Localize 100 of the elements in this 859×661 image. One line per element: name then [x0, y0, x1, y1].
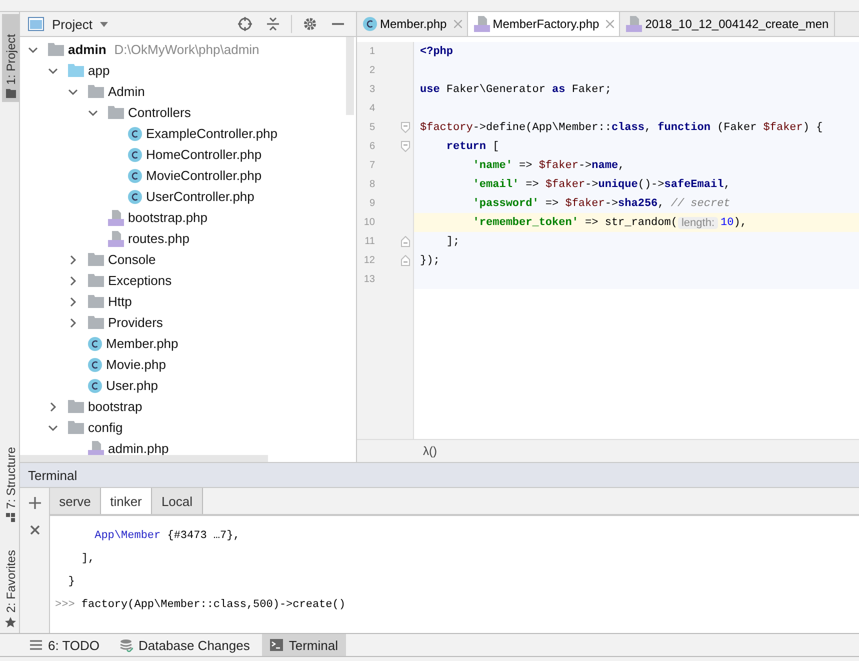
chevron-down-icon[interactable]: [88, 108, 98, 118]
terminal-output-line: ],: [80, 552, 95, 565]
terminal-output-line: }: [67, 576, 75, 588]
tree-item[interactable]: HomeController.php: [146, 147, 262, 162]
tree-item[interactable]: admin.php: [108, 441, 169, 456]
line-number: 9: [368, 198, 375, 209]
collapse-all-icon[interactable]: [266, 17, 280, 31]
chevron-right-icon[interactable]: [68, 296, 78, 306]
line-number: 10: [362, 217, 375, 228]
line-number: 4: [368, 103, 375, 114]
fold-marker-icon[interactable]: [401, 122, 410, 133]
folder-icon: [68, 421, 84, 434]
chevron-right-icon[interactable]: [48, 402, 58, 412]
terminal-tab[interactable]: tinker: [101, 488, 152, 514]
terminal-output-line: App\Member {#3473 …7},: [94, 530, 240, 542]
project-view-dropdown[interactable]: Project: [52, 16, 108, 32]
folder-icon: [48, 43, 64, 56]
editor-tab[interactable]: MemberFactory.php: [468, 12, 620, 36]
chevron-down-icon[interactable]: [28, 44, 38, 54]
class-file-icon: [88, 336, 102, 350]
fold-marker-icon[interactable]: [401, 236, 410, 247]
tree-item[interactable]: Console: [108, 252, 156, 267]
tree-item[interactable]: Admin: [108, 84, 145, 99]
tree-item[interactable]: Controllers: [128, 105, 191, 120]
editor-tab[interactable]: 2018_10_12_004142_create_men: [620, 12, 835, 36]
chevron-right-icon[interactable]: [68, 276, 78, 286]
scrollbar[interactable]: [20, 455, 268, 462]
line-number: 5: [368, 122, 375, 133]
php-file-icon: [108, 230, 124, 246]
fold-marker-icon[interactable]: [401, 141, 410, 152]
tree-item[interactable]: bootstrap: [88, 399, 142, 414]
tree-item[interactable]: MovieController.php: [146, 168, 262, 183]
line-number: 12: [362, 255, 375, 266]
settings-icon[interactable]: [303, 17, 317, 31]
tree-item[interactable]: config: [88, 420, 123, 435]
tree-item[interactable]: bootstrap.php: [128, 210, 208, 225]
chevron-right-icon[interactable]: [68, 254, 78, 264]
class-file-icon: [128, 126, 142, 140]
chevron-down-icon[interactable]: [68, 86, 78, 96]
line-number: 1: [368, 46, 375, 57]
class-file-icon: [128, 148, 142, 162]
folder-icon: [88, 85, 104, 98]
scrollbar[interactable]: [346, 37, 354, 115]
tree-item[interactable]: app: [88, 63, 110, 78]
class-file-icon: [88, 378, 102, 392]
tool-window-tab[interactable]: 7: Structure: [2, 442, 19, 526]
tree-item[interactable]: ExampleController.php: [146, 126, 278, 141]
folder-icon: [88, 295, 104, 308]
fold-marker-icon[interactable]: [401, 255, 410, 266]
folder-icon: [88, 253, 104, 266]
tool-window-button[interactable]: Database Changes: [112, 634, 258, 656]
class-file-icon: [128, 168, 142, 182]
tree-item[interactable]: Exceptions: [108, 273, 172, 288]
line-number: 8: [368, 179, 375, 190]
class-file-icon: [128, 190, 142, 204]
chevron-right-icon[interactable]: [68, 318, 78, 328]
panel-title: Terminal: [28, 468, 78, 483]
class-file-icon: [363, 17, 377, 31]
plus-icon[interactable]: [28, 497, 40, 510]
folder-icon: [88, 316, 104, 329]
tool-window-tab[interactable]: 1: Project: [2, 14, 19, 102]
tree-item[interactable]: Movie.php: [106, 357, 166, 372]
tree-item[interactable]: User.php: [106, 378, 158, 393]
tree-item[interactable]: UserController.php: [146, 189, 254, 204]
folder-icon: [88, 274, 104, 287]
star-icon: [5, 617, 16, 628]
line-number: 7: [368, 160, 375, 171]
structure-icon: [6, 513, 16, 522]
list-icon: [30, 640, 42, 650]
tree-item[interactable]: Providers: [108, 315, 163, 330]
close-icon[interactable]: [30, 525, 40, 536]
tree-item[interactable]: routes.php: [128, 231, 190, 246]
crosshair-icon[interactable]: [238, 17, 252, 31]
project-path: D:\OkMyWork\php\admin: [114, 42, 260, 57]
tool-window-tab[interactable]: 2: Favorites: [2, 540, 19, 632]
chevron-down-icon[interactable]: [48, 66, 58, 76]
editor-tab[interactable]: Member.php: [357, 12, 468, 36]
line-number: 11: [364, 236, 375, 247]
terminal-tab[interactable]: Local: [152, 488, 203, 514]
line-number: 3: [368, 84, 375, 95]
database-icon: [120, 638, 133, 652]
tree-item[interactable]: admin: [68, 42, 106, 57]
folder-icon: [68, 400, 84, 413]
folder-icon: [68, 64, 84, 77]
line-number: 13: [362, 274, 375, 285]
chevron-down-icon[interactable]: [48, 422, 58, 432]
tool-window-button[interactable]: 6: TODO: [22, 634, 108, 656]
class-file-icon: [88, 358, 102, 372]
code-breadcrumb[interactable]: λ(): [423, 444, 437, 458]
tool-window-button[interactable]: Terminal: [262, 634, 346, 656]
panel-icon: [28, 17, 44, 31]
terminal-tab[interactable]: serve: [50, 488, 101, 514]
php-file-icon: [108, 210, 124, 226]
line-number: 6: [368, 141, 375, 152]
tree-item[interactable]: Member.php: [106, 336, 178, 351]
tree-item[interactable]: Http: [108, 294, 132, 309]
caret-icon: [100, 22, 108, 26]
line-number: 2: [368, 65, 375, 76]
terminal-icon: [270, 639, 283, 651]
folder-icon: [108, 106, 124, 119]
